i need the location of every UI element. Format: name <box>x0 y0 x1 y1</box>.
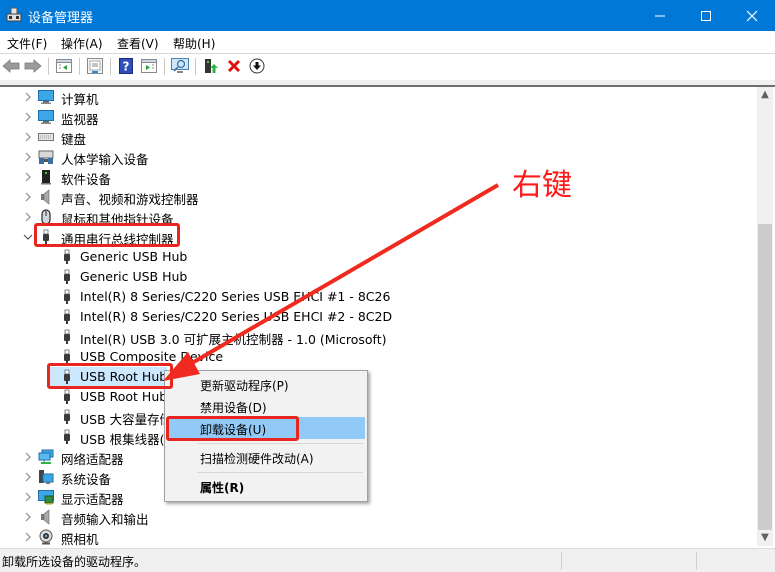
annotation-arrow <box>163 183 500 381</box>
annotation-right-click-label: 右键 <box>512 168 572 203</box>
